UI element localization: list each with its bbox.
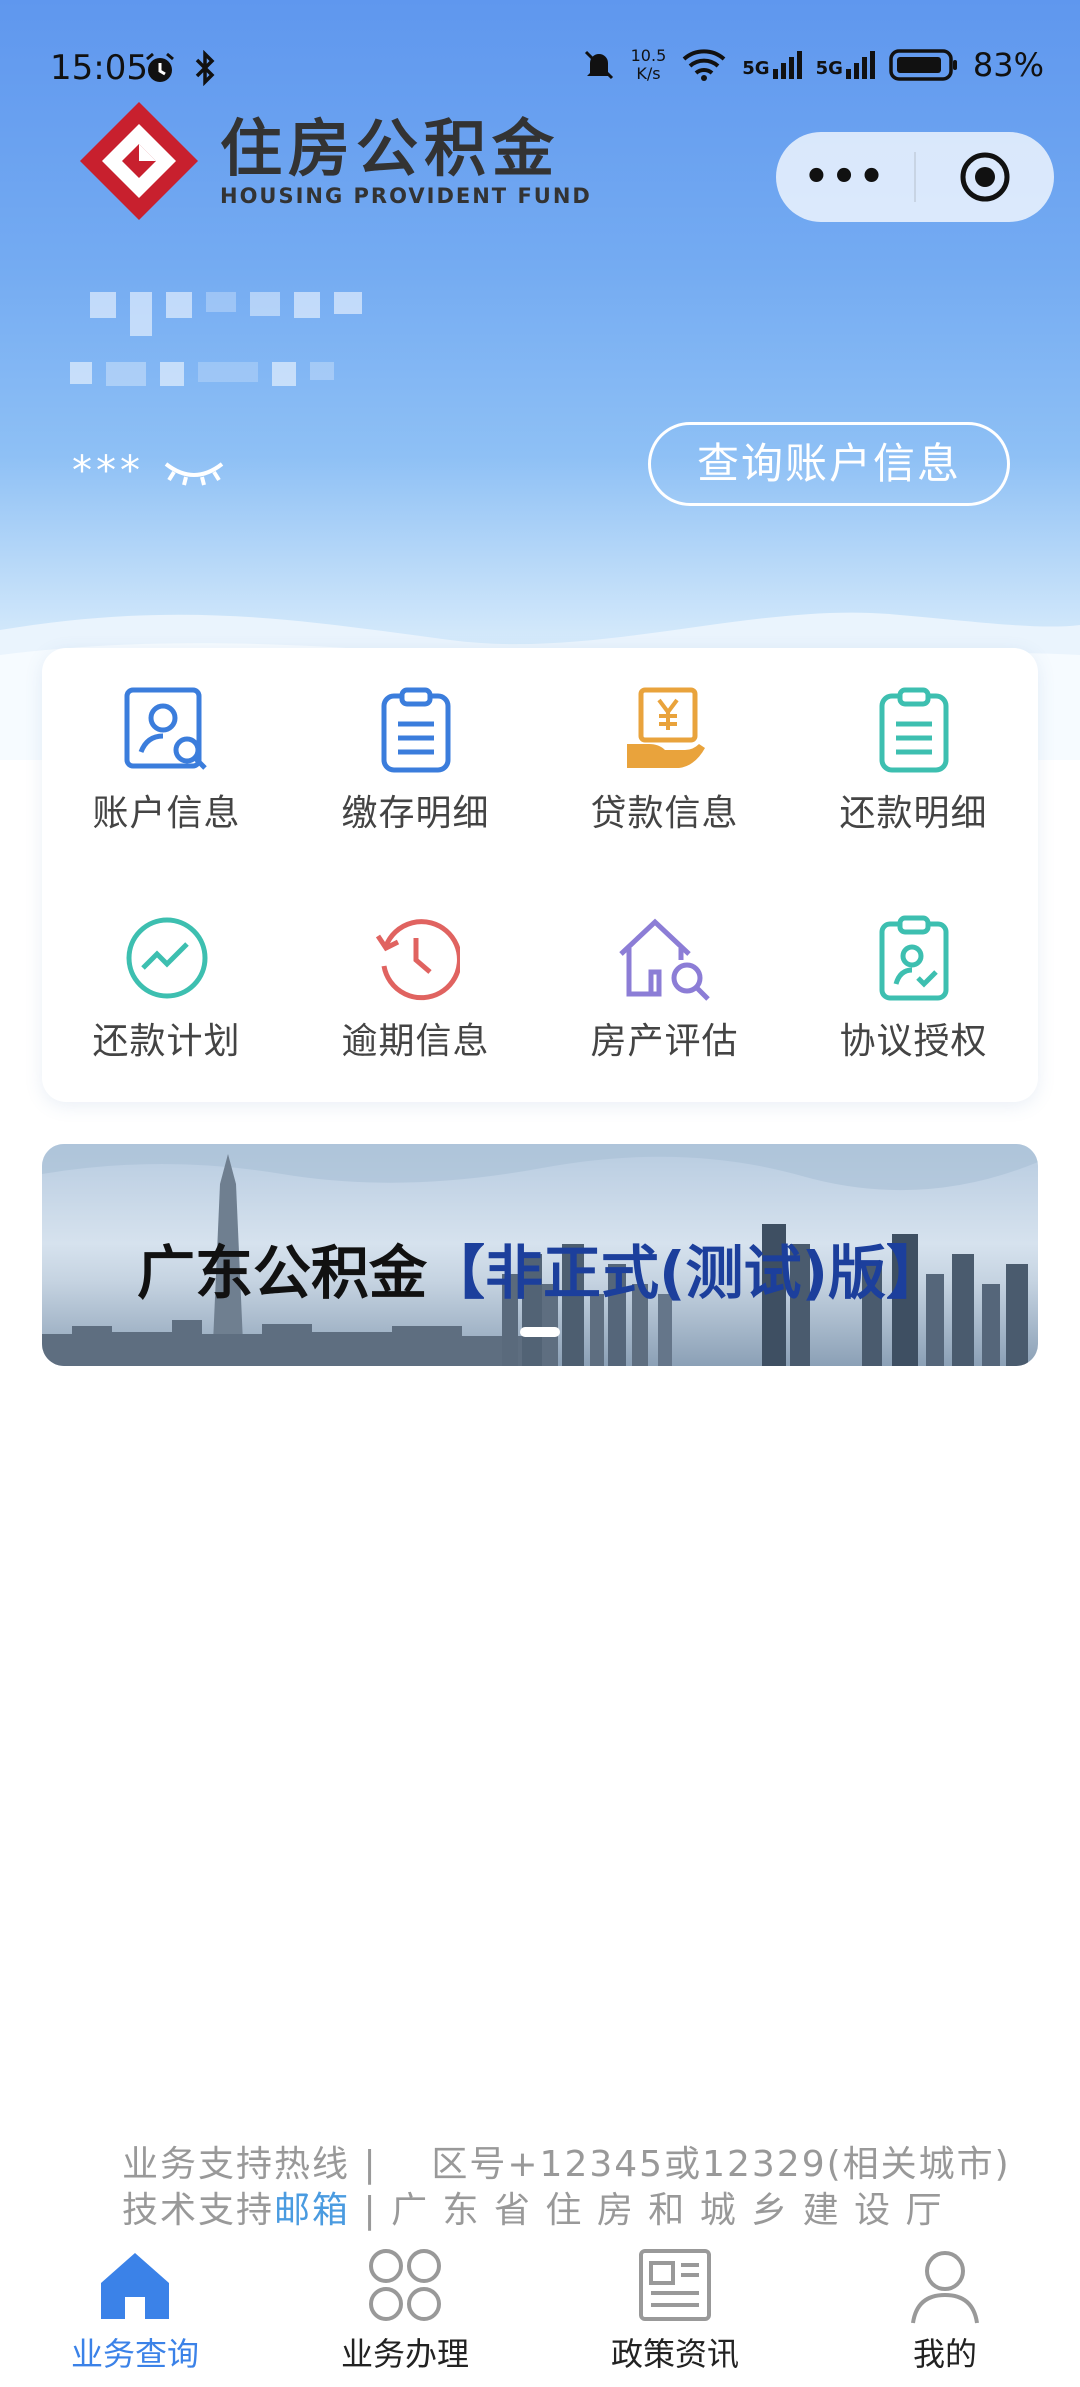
email-link[interactable]: 邮箱 [274,2190,350,2231]
carousel-indicator [520,1327,560,1337]
loan-yen-icon [626,687,705,768]
tab-policy-news[interactable]: 政策资讯 [540,2245,810,2387]
signal-2: 5G [816,51,875,79]
app-logo: 住房公积金 HOUSING PROVIDENT FUND [76,98,592,224]
more-button[interactable]: ••• [776,154,914,200]
net-speed: 10.5 K/s [630,46,667,83]
logo-title: 住房公积金 [220,112,561,185]
tech-support-label: 技术支持 [122,2190,275,2231]
blurred-account-line-1 [90,292,362,336]
service-deposit-details[interactable]: 缴存明细 [291,648,540,876]
battery-percent: 83% [972,46,1044,84]
clock-history-icon [375,919,460,1001]
masked-name: *** [72,448,226,494]
logo-subtitle: HOUSING PROVIDENT FUND [220,184,592,208]
close-miniprogram-button[interactable] [916,151,1054,203]
service-overdue-info[interactable]: 逾期信息 [291,876,540,1102]
user-icon [911,2251,979,2324]
home-icon [101,2253,169,2319]
service-loan-info[interactable]: 贷款信息 [540,648,789,876]
mini-program-capsule: ••• [776,132,1054,222]
grid-clover-icon [369,2249,441,2321]
clipboard-list-icon [381,687,450,773]
tab-mine[interactable]: 我的 [810,2245,1080,2387]
services-card: 账户信息 缴存明细 贷款信息 还款明细 还款计划 逾期信息 房产评估 协议授权 [42,648,1038,1102]
hotline-label: 业务支持热线 [122,2144,351,2185]
bottom-tab-bar: 业务查询 业务办理 政策资讯 我的 [0,2245,1080,2387]
trend-chart-icon [126,917,207,999]
hotline-value: 区号+12345或12329(相关城市) [431,2144,1011,2185]
alarm-icon [146,52,174,82]
newspaper-icon [639,2249,711,2321]
banner-title: 广东公积金【非正式(测试)版】 [137,1239,945,1307]
service-property-valuation[interactable]: 房产评估 [540,876,789,1102]
account-search-icon [124,687,207,770]
status-time: 15:05 [50,48,148,88]
housing-fund-logo-icon [80,102,198,220]
clipboard-user-icon [879,915,948,1001]
footer-support: 业务支持热线 | 区号+12345或12329(相关城市) 技术支持邮箱 | 广… [122,2144,1011,2231]
signal-1: 5G [742,51,802,79]
promo-banner[interactable]: 广东公积金【非正式(测试)版】 [42,1144,1038,1366]
battery-icon [889,49,957,81]
clipboard-list-icon [879,687,948,773]
eye-closed-icon[interactable] [162,456,226,486]
mute-bell-icon [584,50,613,80]
tab-business-query[interactable]: 业务查询 [0,2245,270,2387]
bluetooth-icon [195,50,215,86]
blurred-account-line-2 [70,362,334,386]
query-account-button[interactable]: 查询账户信息 [648,422,1010,506]
service-account-info[interactable]: 账户信息 [42,648,291,876]
target-icon [960,152,1010,202]
department-name: 广 东 省 住 房 和 城 乡 建 设 厅 [391,2190,944,2231]
wifi-icon [682,49,726,81]
tab-business-handling[interactable]: 业务办理 [270,2245,540,2387]
service-repayment-plan[interactable]: 还款计划 [42,876,291,1102]
service-agreement-authorization[interactable]: 协议授权 [789,876,1038,1102]
house-search-icon [618,918,710,1001]
service-repayment-details[interactable]: 还款明细 [789,648,1038,876]
